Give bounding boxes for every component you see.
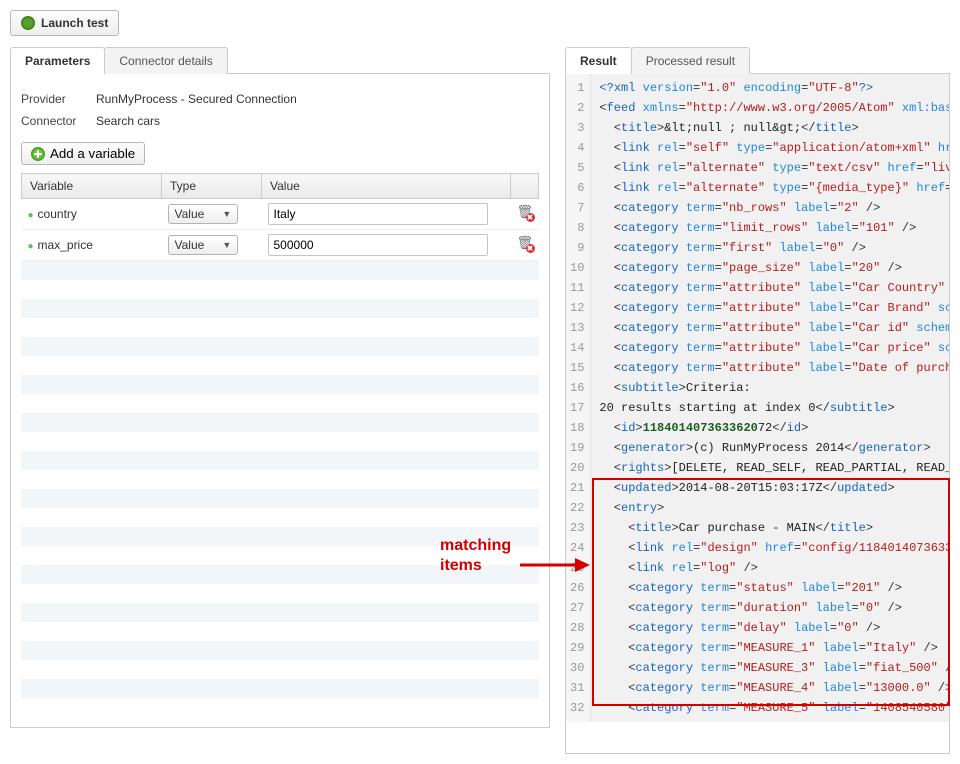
col-actions [511, 174, 539, 199]
launch-test-label: Launch test [41, 16, 108, 30]
type-value: Value [175, 207, 205, 221]
table-row: ● max_price Value ▼ [22, 230, 539, 261]
variables-table: Variable Type Value ● country Value ▼ ● max_p… [21, 173, 539, 261]
tab-connector-details[interactable]: Connector details [104, 47, 227, 74]
provider-label: Provider [21, 92, 86, 106]
parameters-panel: Provider RunMyProcess - Secured Connecti… [10, 74, 550, 728]
col-variable: Variable [22, 174, 162, 199]
stripe [21, 698, 539, 717]
chevron-down-icon: ▼ [222, 209, 231, 219]
type-select[interactable]: Value ▼ [168, 235, 239, 255]
add-variable-button[interactable]: Add a variable [21, 142, 145, 165]
col-value: Value [262, 174, 511, 199]
value-input[interactable] [268, 203, 488, 225]
chevron-down-icon: ▼ [222, 240, 231, 250]
stripe [21, 318, 539, 337]
stripe [21, 432, 539, 451]
delete-icon[interactable] [517, 236, 533, 252]
provider-value: RunMyProcess - Secured Connection [96, 92, 297, 106]
stripe [21, 470, 539, 489]
stripe [21, 508, 539, 527]
tab-parameters[interactable]: Parameters [10, 47, 105, 74]
left-tabs: Parameters Connector details [10, 46, 550, 74]
connector-value: Search cars [96, 114, 160, 128]
value-input[interactable] [268, 234, 488, 256]
stripe [21, 356, 539, 375]
stripe [21, 546, 539, 565]
plus-icon [31, 147, 45, 161]
right-tabs: Result Processed result [565, 46, 950, 74]
stripe [21, 299, 539, 318]
launch-test-button[interactable]: Launch test [10, 10, 119, 36]
stripe [21, 622, 539, 641]
stripe [21, 641, 539, 660]
bug-icon [21, 16, 35, 30]
stripe [21, 489, 539, 508]
result-code[interactable]: <?xml version="1.0" encoding="UTF-8"?> <… [591, 74, 949, 722]
tab-result[interactable]: Result [565, 47, 632, 74]
left-panel: Parameters Connector details Provider Ru… [10, 46, 550, 728]
connector-label: Connector [21, 114, 86, 128]
type-value: Value [175, 238, 205, 252]
delete-icon[interactable] [517, 205, 533, 221]
stripe [21, 394, 539, 413]
stripe [21, 527, 539, 546]
empty-stripes [21, 261, 539, 717]
var-name: max_price [38, 238, 93, 252]
stripe [21, 413, 539, 432]
type-select[interactable]: Value ▼ [168, 204, 239, 224]
tab-processed-result[interactable]: Processed result [631, 47, 750, 74]
bullet-icon: ● [28, 241, 34, 252]
stripe [21, 584, 539, 603]
table-row: ● country Value ▼ [22, 199, 539, 230]
stripe [21, 451, 539, 470]
stripe [21, 603, 539, 622]
stripe [21, 565, 539, 584]
result-code-wrap: 1 2 3 4 5 6 7 8 9 10 11 12 13 14 15 16 1… [565, 74, 950, 754]
line-gutter: 1 2 3 4 5 6 7 8 9 10 11 12 13 14 15 16 1… [566, 74, 591, 722]
add-variable-label: Add a variable [50, 146, 135, 161]
stripe [21, 375, 539, 394]
stripe [21, 261, 539, 280]
bullet-icon: ● [28, 210, 34, 221]
stripe [21, 337, 539, 356]
stripe [21, 679, 539, 698]
stripe [21, 660, 539, 679]
var-name: country [38, 207, 77, 221]
stripe [21, 280, 539, 299]
col-type: Type [162, 174, 262, 199]
right-panel: Result Processed result 1 2 3 4 5 6 7 8 … [565, 46, 950, 754]
